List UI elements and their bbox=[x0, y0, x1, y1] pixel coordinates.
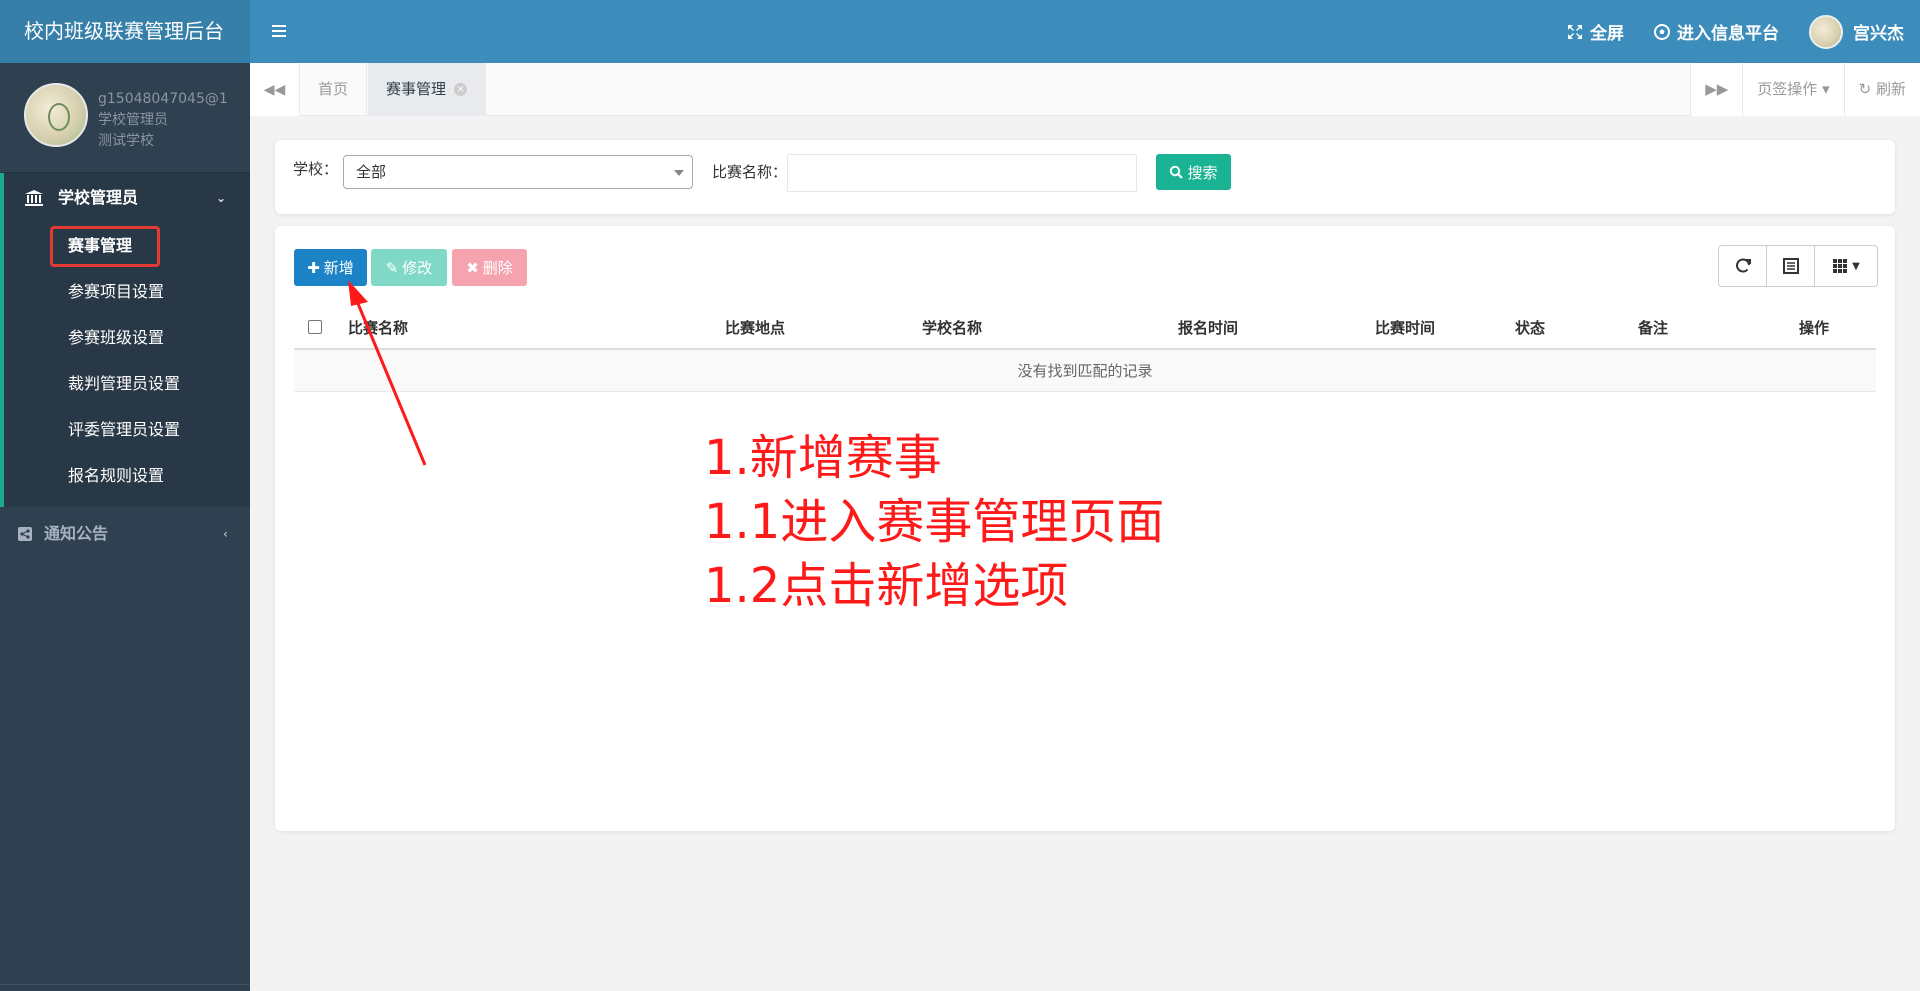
sidebar-item-registration-rules[interactable]: 报名规则设置 bbox=[4, 453, 250, 499]
tab-scroll-right-icon[interactable]: ▶▶ bbox=[1690, 63, 1743, 116]
column-header[interactable]: 比赛时间 bbox=[1375, 306, 1435, 350]
highlight-box bbox=[50, 226, 160, 267]
search-icon bbox=[1170, 165, 1184, 179]
column-header[interactable]: 操作 bbox=[1799, 306, 1829, 350]
menu-group-notice: 通知公告 ‹ bbox=[0, 507, 250, 561]
tab-home[interactable]: 首页 bbox=[300, 63, 368, 116]
fullscreen-button[interactable]: 全屏 bbox=[1567, 19, 1624, 44]
menu-toggle-icon[interactable] bbox=[272, 18, 286, 42]
menu-head-notice[interactable]: 通知公告 ‹ bbox=[0, 507, 250, 561]
column-header[interactable]: 比赛地点 bbox=[725, 306, 785, 350]
match-name-input[interactable] bbox=[787, 154, 1137, 192]
toggle-view-button[interactable] bbox=[1767, 246, 1815, 286]
chevron-down-icon: ⌄ bbox=[215, 191, 226, 205]
sidebar-item-class-settings[interactable]: 参赛班级设置 bbox=[4, 315, 250, 361]
menu-group-school-admin: 学校管理员 ⌄ 赛事管理 参赛项目设置 参赛班级设置 裁判管理员设置 评委管理员… bbox=[0, 173, 250, 507]
search-button[interactable]: 搜索 bbox=[1156, 154, 1231, 190]
user-profile: g15048047045@1 学校管理员 测试学校 bbox=[0, 63, 250, 173]
match-name-label: 比赛名称： bbox=[712, 163, 788, 181]
profile-role: 学校管理员 bbox=[98, 112, 168, 128]
avatar[interactable] bbox=[24, 83, 88, 147]
edit-icon: ✎ bbox=[385, 258, 399, 277]
annotation-line: 1.1进入赛事管理页面 bbox=[704, 494, 1165, 550]
column-header[interactable]: 报名时间 bbox=[1178, 306, 1238, 350]
chevron-left-icon: ‹ bbox=[223, 527, 228, 541]
info-platform-button[interactable]: 进入信息平台 bbox=[1654, 19, 1779, 44]
delete-button[interactable]: ✖ 删除 bbox=[452, 249, 527, 286]
sidebar-item-referee-admin[interactable]: 裁判管理员设置 bbox=[4, 361, 250, 407]
menu-head-school-admin[interactable]: 学校管理员 ⌄ bbox=[0, 173, 250, 223]
annotation-line: 1.新增赛事 bbox=[704, 430, 942, 486]
plus-icon: ✚ bbox=[307, 258, 320, 277]
empty-table-message: 没有找到匹配的记录 bbox=[294, 350, 1876, 392]
divider bbox=[0, 984, 250, 985]
tab-bar: ◀◀ 首页 赛事管理 × ▶▶ 页签操作 ▾ ↻ 刷新 bbox=[250, 63, 1920, 116]
column-header[interactable]: 备注 bbox=[1638, 306, 1668, 350]
school-label: 学校： bbox=[293, 160, 339, 178]
expand-icon bbox=[1568, 24, 1582, 39]
refresh-button[interactable] bbox=[1719, 246, 1767, 286]
sidebar-item-judge-admin[interactable]: 评委管理员设置 bbox=[4, 407, 250, 453]
bank-icon bbox=[24, 189, 46, 207]
close-icon[interactable]: × bbox=[454, 83, 468, 96]
menu-head-label: 学校管理员 bbox=[58, 188, 139, 207]
tab-scroll-left-icon[interactable]: ◀◀ bbox=[250, 63, 300, 116]
close-icon: ✖ bbox=[466, 258, 479, 277]
grid-icon bbox=[1833, 259, 1848, 273]
list-icon bbox=[1782, 258, 1799, 274]
select-all-checkbox[interactable] bbox=[308, 320, 322, 334]
page-ops-dropdown[interactable]: 页签操作 ▾ bbox=[1742, 63, 1844, 116]
sidebar-item-event-settings[interactable]: 参赛项目设置 bbox=[4, 269, 250, 315]
annotation-text: 1.新增赛事 1.1进入赛事管理页面 1.2点击新增选项 bbox=[704, 426, 1164, 618]
tab-match-management[interactable]: 赛事管理 × bbox=[368, 63, 487, 116]
top-header: 全屏 进入信息平台 宫兴杰 bbox=[250, 0, 1920, 63]
sidebar: 校内班级联赛管理后台 g15048047045@1 学校管理员 测试学校 学校管… bbox=[0, 0, 250, 991]
profile-email: g15048047045@1 bbox=[98, 91, 228, 107]
share-icon bbox=[18, 527, 36, 541]
refresh-icon: ↻ bbox=[1858, 80, 1872, 98]
annotation-line: 1.2点击新增选项 bbox=[704, 558, 1069, 614]
table-header: 比赛名称 比赛地点 学校名称 报名时间 比赛时间 状态 备注 操作 bbox=[294, 306, 1876, 350]
refresh-icon bbox=[1735, 258, 1751, 273]
caret-down-icon bbox=[674, 170, 684, 176]
school-select[interactable]: 全部 bbox=[343, 155, 693, 189]
avatar bbox=[1809, 14, 1843, 49]
app-title: 校内班级联赛管理后台 bbox=[0, 0, 250, 63]
table-tools: ▼ bbox=[1718, 245, 1878, 287]
column-header[interactable]: 状态 bbox=[1515, 306, 1545, 350]
username: 宫兴杰 bbox=[1853, 24, 1904, 44]
soccer-ball-icon bbox=[1654, 23, 1670, 40]
column-header[interactable]: 学校名称 bbox=[922, 306, 982, 350]
search-panel: 学校： 全部 比赛名称： 搜索 bbox=[275, 140, 1895, 214]
menu-head-label: 通知公告 bbox=[44, 524, 109, 543]
refresh-tab-button[interactable]: ↻ 刷新 bbox=[1843, 63, 1920, 116]
annotation-arrow bbox=[348, 280, 427, 466]
caret-down-icon: ▼ bbox=[1852, 260, 1860, 272]
user-menu[interactable]: 宫兴杰 bbox=[1809, 14, 1904, 49]
profile-school: 测试学校 bbox=[98, 133, 154, 149]
columns-dropdown[interactable]: ▼ bbox=[1815, 246, 1877, 286]
